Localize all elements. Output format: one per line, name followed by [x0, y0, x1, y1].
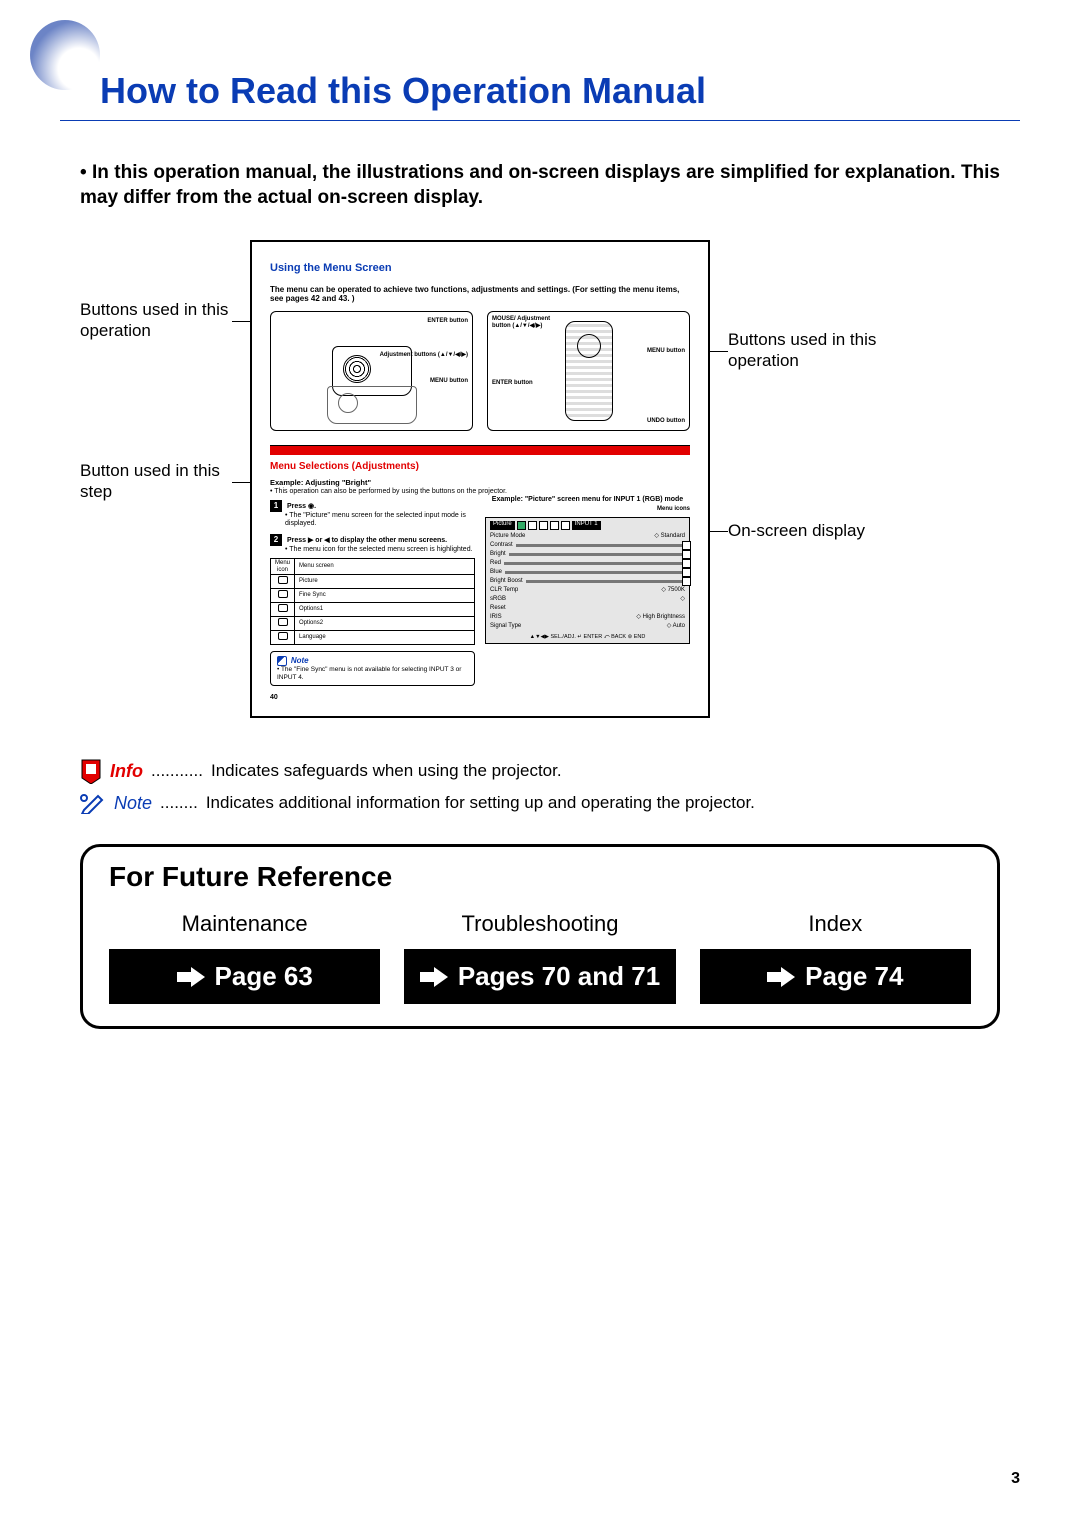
title-rule: [60, 120, 1020, 121]
future-page-text: Pages 70 and 71: [458, 961, 660, 992]
future-reference-box: For Future Reference Maintenance Page 63…: [80, 844, 1000, 1029]
step-1-num: 1: [270, 500, 282, 512]
callout-buttons-operation-left: Buttons used in this operation: [80, 300, 232, 341]
inline-note-label: Note: [291, 656, 309, 665]
right-callouts: Buttons used in this operation On-screen…: [710, 240, 880, 718]
future-label: Maintenance: [109, 911, 380, 937]
note-dots: ........: [160, 793, 198, 813]
inline-note-box: Note • The "Fine Sync" menu is not avail…: [270, 651, 475, 686]
step-1-sub: • The "Picture" menu screen for the sele…: [285, 512, 475, 528]
label-menu: MENU button: [430, 378, 468, 385]
note-icon: [80, 792, 106, 814]
callout-onscreen-display: On-screen display: [728, 521, 880, 541]
osd-screen: Picture INPUT 1 Picture Mode◇ Standard C…: [485, 517, 690, 644]
example-label: Example: Adjusting "Bright": [270, 479, 690, 488]
future-col-troubleshooting: Troubleshooting Pages 70 and 71: [404, 911, 675, 1004]
corner-gradient: [30, 20, 100, 90]
step-1-text: Press ◉.: [287, 503, 316, 510]
future-page-link[interactable]: Pages 70 and 71: [404, 949, 675, 1004]
arrow-icon: [767, 967, 797, 987]
steps-column: 1 Press ◉. • The "Picture" menu screen f…: [270, 496, 475, 703]
future-col-maintenance: Maintenance Page 63: [109, 911, 380, 1004]
info-label: Info: [110, 761, 143, 782]
step-2-text: Press ▶ or ◀ to display the other menu s…: [287, 537, 447, 544]
note-label: Note: [114, 793, 152, 814]
label-remote-enter: ENTER button: [492, 380, 533, 387]
intro-paragraph: • In this operation manual, the illustra…: [80, 161, 1000, 210]
info-legend-row: Info ........... Indicates safeguards wh…: [80, 758, 1000, 784]
table-row: Options2: [271, 617, 475, 631]
osd-menu-icon: [561, 521, 570, 530]
table-row: Language: [271, 631, 475, 645]
left-callouts: Buttons used in this operation Button us…: [80, 240, 250, 718]
callout-buttons-operation-right: Buttons used in this operation: [728, 330, 880, 371]
info-text: Indicates safeguards when using the proj…: [211, 761, 562, 781]
arrow-icon: [177, 967, 207, 987]
callout-button-step: Button used in this step: [80, 461, 232, 502]
table-row: Fine Sync: [271, 589, 475, 603]
info-dots: ...........: [151, 761, 203, 781]
section-divider: [270, 445, 690, 455]
label-undo: UNDO button: [647, 418, 685, 425]
future-label: Index: [700, 911, 971, 937]
pen-icon: [277, 656, 287, 666]
inline-note-text: • The "Fine Sync" menu is not available …: [277, 666, 468, 681]
future-col-index: Index Page 74: [700, 911, 971, 1004]
osd-footer: ▲▼◀▶ SEL./ADJ. ↵ ENTER ⤺ BACK ⊚ END: [490, 634, 685, 640]
info-icon: [80, 758, 102, 784]
osd-title: Example: "Picture" screen menu for INPUT…: [485, 496, 690, 504]
future-page-text: Page 74: [805, 961, 903, 992]
menu-table: Menu iconMenu screen Picture Fine Sync O…: [270, 558, 475, 645]
step-2-sub: • The menu icon for the selected menu sc…: [285, 546, 475, 554]
label-adjust: Adjustment buttons (▲/▼/◀/▶): [380, 352, 468, 359]
projector-front-illustration: [327, 386, 417, 424]
osd-tab: Picture: [490, 521, 515, 530]
label-enter: ENTER button: [427, 318, 468, 325]
table-row: Picture: [271, 575, 475, 589]
label-mouse: MOUSE/ Adjustment button (▲/▼/◀/▶): [492, 316, 552, 330]
example-diagram: Buttons used in this operation Button us…: [80, 240, 1000, 718]
remote-panel: MOUSE/ Adjustment button (▲/▼/◀/▶) MENU …: [487, 311, 690, 431]
future-label: Troubleshooting: [404, 911, 675, 937]
future-page-link[interactable]: Page 74: [700, 949, 971, 1004]
example-page-number: 40: [270, 694, 475, 702]
section-heading: Menu Selections (Adjustments): [270, 461, 690, 473]
page-number: 3: [1011, 1470, 1020, 1488]
osd-menu-icon: [517, 521, 526, 530]
osd-menu-icon: [528, 521, 537, 530]
note-legend-row: Note ........ Indicates additional infor…: [80, 792, 1000, 814]
note-text: Indicates additional information for set…: [206, 793, 755, 813]
future-page-link[interactable]: Page 63: [109, 949, 380, 1004]
future-page-text: Page 63: [215, 961, 313, 992]
example-note: • This operation can also be performed b…: [270, 488, 690, 496]
projector-panel: ENTER button Adjustment buttons (▲/▼/◀/▶…: [270, 311, 473, 431]
future-heading: For Future Reference: [109, 861, 971, 893]
embedded-example-page: Using the Menu Screen The menu can be op…: [250, 240, 710, 718]
example-heading: Using the Menu Screen: [270, 262, 690, 275]
osd-menu-icon: [550, 521, 559, 530]
remote-illustration: [565, 321, 613, 421]
osd-column: Example: "Picture" screen menu for INPUT…: [485, 496, 690, 703]
example-intro: The menu can be operated to achieve two …: [270, 285, 690, 303]
menu-icons-label: Menu icons: [485, 506, 690, 513]
osd-menu-icon: [539, 521, 548, 530]
page-title: How to Read this Operation Manual: [100, 70, 1020, 112]
arrow-icon: [420, 967, 450, 987]
label-remote-menu: MENU button: [647, 348, 685, 355]
step-2-num: 2: [270, 534, 282, 546]
table-row: Options1: [271, 603, 475, 617]
osd-input-badge: INPUT 1: [572, 521, 601, 530]
